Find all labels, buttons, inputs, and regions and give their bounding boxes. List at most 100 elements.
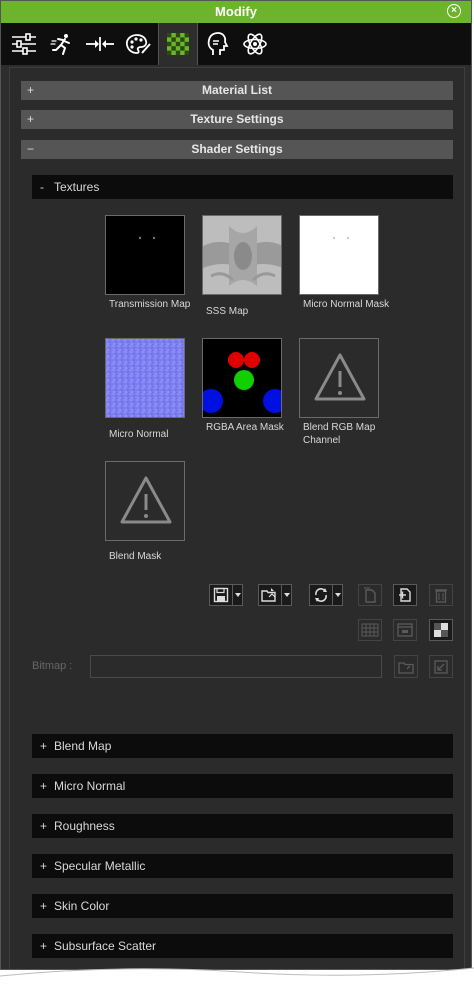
expand-icon: +	[40, 819, 48, 833]
warning-icon	[314, 353, 366, 401]
tab-bar	[1, 23, 471, 65]
folder-open-icon	[261, 588, 276, 602]
bitmap-label: Bitmap :	[32, 660, 73, 672]
subsection-blend-map[interactable]: + Blend Map	[32, 734, 453, 758]
micro-normal-mask-thumbnail	[333, 237, 349, 239]
subsection-skin-color[interactable]: + Skin Color	[32, 894, 453, 918]
swap-dropdown[interactable]	[333, 584, 343, 606]
expand-icon: +	[40, 899, 48, 913]
tab-material[interactable]	[158, 23, 198, 65]
tab-physics[interactable]	[236, 23, 274, 65]
texture-slot-blend-mask[interactable]	[105, 461, 185, 541]
sliders-icon	[12, 33, 36, 55]
expand-icon: +	[27, 83, 35, 97]
tab-head[interactable]	[198, 23, 236, 65]
section-shader-settings[interactable]: − Shader Settings	[21, 140, 453, 159]
head-profile-icon	[207, 32, 229, 55]
texture-label: Micro Normal Mask	[303, 299, 390, 310]
checker-button[interactable]	[429, 619, 453, 641]
micro-normal-thumbnail	[106, 339, 184, 417]
collapse-icon: −	[27, 142, 35, 156]
modify-panel: Modify × + Material List + Texture Setti…	[0, 0, 472, 970]
load-dropdown[interactable]	[282, 584, 292, 606]
checker-icon	[434, 623, 448, 637]
grid-icon	[361, 623, 379, 637]
texture-label: Blend Mask	[109, 551, 162, 562]
tab-palette[interactable]	[119, 23, 157, 65]
texture-slot-micro-normal-mask[interactable]	[299, 215, 379, 295]
texture-label: RGBA Area Mask	[206, 422, 284, 433]
swap-button[interactable]	[309, 584, 333, 606]
sss-map-thumbnail	[203, 216, 281, 294]
merge-arrows-icon	[86, 37, 114, 51]
title-bar: Modify ×	[1, 1, 471, 23]
tab-sliders[interactable]	[5, 23, 43, 65]
tab-motion[interactable]	[43, 23, 81, 65]
chevron-down-icon	[234, 593, 241, 597]
expand-icon: +	[27, 112, 35, 126]
texture-label: Transmission Map	[109, 299, 191, 310]
texture-slot-blend-rgb-map-channel[interactable]	[299, 338, 379, 418]
open-external-button[interactable]	[429, 655, 453, 678]
section-texture-settings[interactable]: + Texture Settings	[21, 110, 453, 129]
section-label: Texture Settings	[190, 112, 284, 126]
window-layout-button[interactable]	[393, 619, 417, 641]
collapse-icon: -	[40, 180, 44, 194]
subsection-specular-metallic[interactable]: + Specular Metallic	[32, 854, 453, 878]
transmission-map-thumbnail	[138, 236, 156, 240]
add-file-icon	[399, 588, 411, 602]
copy-button[interactable]	[358, 584, 382, 606]
chevron-down-icon	[334, 593, 341, 597]
texture-slot-micro-normal[interactable]	[105, 338, 185, 418]
grid-button[interactable]	[358, 619, 382, 641]
subsection-label: Micro Normal	[54, 779, 126, 793]
texture-slot-transmission-map[interactable]	[105, 215, 185, 295]
trash-icon	[435, 589, 447, 603]
copy-icon	[364, 587, 376, 603]
tab-merge[interactable]	[81, 23, 119, 65]
page-curl-edge	[0, 967, 474, 986]
folder-icon	[398, 661, 414, 674]
subsection-label: Subsurface Scatter	[54, 939, 157, 953]
window-title: Modify	[215, 4, 257, 19]
chevron-down-icon	[283, 593, 290, 597]
section-label: Shader Settings	[191, 142, 283, 156]
save-button[interactable]	[209, 584, 233, 606]
subsection-label: Textures	[54, 180, 100, 194]
texture-label: SSS Map	[206, 306, 249, 317]
subsection-subsurface-scatter[interactable]: + Subsurface Scatter	[32, 934, 453, 958]
close-icon[interactable]: ×	[447, 4, 461, 18]
delete-button[interactable]	[429, 584, 453, 606]
checker-material-icon	[167, 33, 189, 55]
save-dropdown[interactable]	[233, 584, 243, 606]
warning-icon	[120, 476, 172, 524]
palette-icon	[125, 34, 151, 54]
subsection-label: Blend Map	[54, 739, 112, 753]
load-button[interactable]	[258, 584, 282, 606]
texture-slot-rgba-area-mask[interactable]	[202, 338, 282, 418]
arrow-down-left-icon	[434, 659, 448, 674]
motion-figure-icon	[50, 34, 70, 55]
texture-label: Blend RGB Map Channel	[303, 422, 376, 446]
subsection-label: Skin Color	[54, 899, 110, 913]
rgba-area-mask-thumbnail	[203, 352, 281, 413]
texture-label: Micro Normal	[109, 429, 169, 440]
subsection-label: Specular Metallic	[54, 859, 146, 873]
expand-icon: +	[40, 739, 48, 753]
subsection-micro-normal[interactable]: + Micro Normal	[32, 774, 453, 798]
texture-slot-sss-map[interactable]	[202, 215, 282, 295]
refresh-icon	[315, 588, 327, 602]
section-material-list[interactable]: + Material List	[21, 81, 453, 100]
bitmap-path-field[interactable]	[90, 655, 382, 678]
atom-physics-icon	[243, 33, 267, 55]
subsection-textures[interactable]: - Textures	[32, 175, 453, 199]
expand-icon: +	[40, 939, 48, 953]
section-label: Material List	[201, 83, 273, 97]
expand-icon: +	[40, 859, 48, 873]
subsection-label: Roughness	[54, 819, 115, 833]
subsection-roughness[interactable]: + Roughness	[32, 814, 453, 838]
browse-bitmap-button[interactable]	[394, 655, 418, 678]
save-icon	[213, 587, 229, 603]
paste-button[interactable]	[393, 584, 417, 606]
expand-icon: +	[40, 779, 48, 793]
